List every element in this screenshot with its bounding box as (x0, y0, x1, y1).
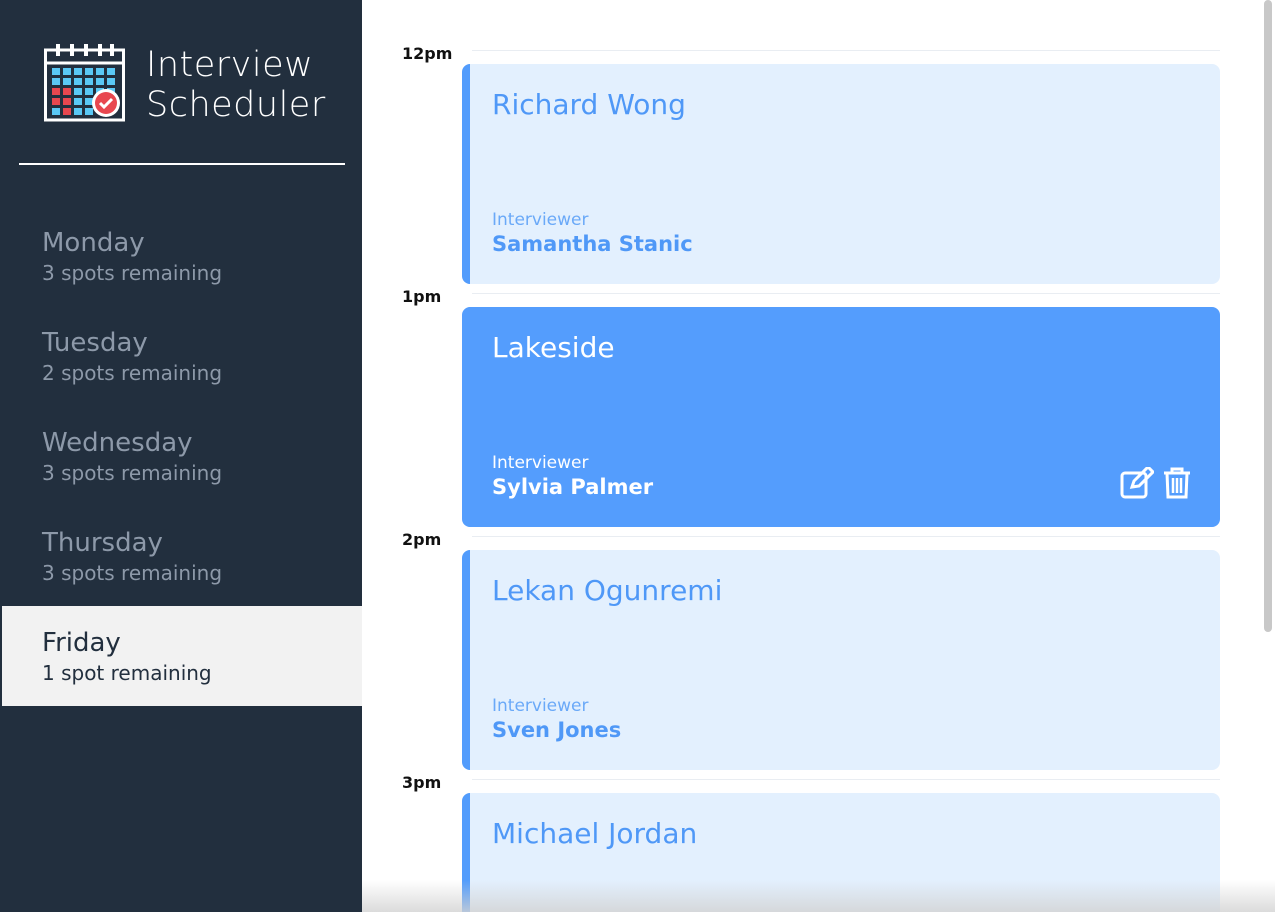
sidebar: Interview Scheduler Monday 3 spots remai… (0, 0, 362, 912)
day-spots: 3 spots remaining (42, 461, 223, 485)
time-label-1pm: 1pm (402, 287, 442, 306)
day-item-thursday[interactable]: Thursday 3 spots remaining (0, 506, 362, 606)
day-spots: 1 spot remaining (42, 661, 212, 685)
interviewer-name: Sylvia Palmer (492, 475, 654, 499)
app-window: Interview Scheduler Monday 3 spots remai… (0, 0, 1275, 912)
day-name: Wednesday (42, 428, 193, 458)
day-name: Tuesday (42, 328, 148, 358)
interviewer-label: Interviewer (492, 210, 589, 230)
interviewer-name: Samantha Stanic (492, 232, 693, 256)
bottom-shadow (362, 880, 1275, 912)
hour-line (472, 50, 1220, 51)
time-label-12pm: 12pm (402, 44, 453, 63)
student-name: Lakeside (492, 331, 615, 364)
day-item-wednesday[interactable]: Wednesday 3 spots remaining (0, 406, 362, 506)
time-label-3pm: 3pm (402, 773, 442, 792)
student-name: Richard Wong (492, 88, 686, 121)
day-spots: 2 spots remaining (42, 361, 223, 385)
day-spots: 3 spots remaining (42, 561, 223, 585)
hour-line (472, 779, 1220, 780)
appointment-card[interactable]: Richard Wong Interviewer Samantha Stanic (462, 64, 1220, 284)
app-title: Interview Scheduler (146, 45, 326, 125)
hour-line (472, 293, 1220, 294)
day-item-monday[interactable]: Monday 3 spots remaining (0, 206, 362, 306)
appointment-actions (1120, 464, 1194, 499)
app-title-line2: Scheduler (146, 85, 326, 125)
app-title-line1: Interview (146, 45, 314, 85)
day-name: Monday (42, 228, 145, 258)
day-item-friday[interactable]: Friday 1 spot remaining (2, 606, 362, 706)
scrollbar[interactable] (1264, 0, 1272, 632)
hour-line (472, 536, 1220, 537)
interviewer-name: Sven Jones (492, 718, 622, 742)
day-list: Monday 3 spots remaining Tuesday 2 spots… (0, 206, 362, 706)
day-name: Friday (42, 628, 121, 658)
interviewer-label: Interviewer (492, 453, 589, 473)
student-name: Michael Jordan (492, 817, 698, 850)
student-name: Lekan Ogunremi (492, 574, 723, 607)
edit-icon[interactable] (1120, 464, 1156, 499)
trash-icon[interactable] (1162, 467, 1194, 499)
day-item-tuesday[interactable]: Tuesday 2 spots remaining (0, 306, 362, 406)
appointment-card[interactable]: Lekan Ogunremi Interviewer Sven Jones (462, 550, 1220, 770)
appointment-card-hover[interactable]: Lakeside Interviewer Sylvia Palmer (462, 307, 1220, 527)
schedule[interactable]: 12pm Richard Wong Interviewer Samantha S… (362, 0, 1275, 912)
day-spots: 3 spots remaining (42, 261, 223, 285)
interviewer-label: Interviewer (492, 696, 589, 716)
day-name: Thursday (42, 528, 163, 558)
time-label-2pm: 2pm (402, 530, 442, 549)
brand: Interview Scheduler (44, 44, 326, 126)
calendar-check-icon (44, 44, 126, 126)
divider (19, 163, 345, 165)
